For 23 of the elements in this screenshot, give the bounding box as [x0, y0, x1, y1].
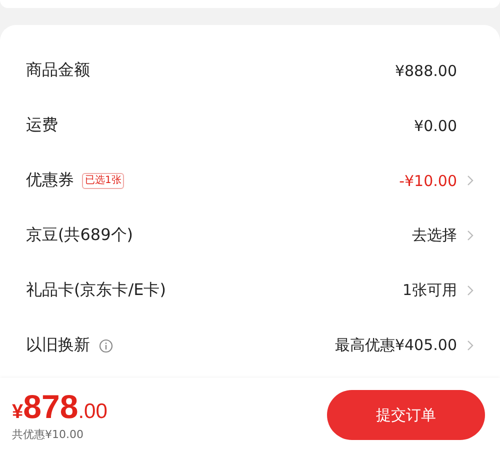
row-value[interactable]: 去选择 [412, 226, 457, 245]
row-value[interactable]: -¥10.00 [399, 172, 457, 190]
row-value[interactable]: 最高优惠¥405.00 [334, 336, 457, 355]
row-value[interactable]: 1张可用 [402, 281, 457, 300]
chevron-icon[interactable] [467, 175, 474, 186]
chevron-icon[interactable] [467, 340, 474, 351]
total-price: 878 [23, 388, 78, 424]
currency-symbol: ¥ [12, 400, 24, 424]
submit-order-button[interactable]: 提交订单 [327, 390, 485, 440]
row-label: 运费 [26, 115, 58, 136]
price-decimal: .00 [78, 400, 108, 424]
row-label: 京豆(共689个) [26, 225, 134, 246]
chevron-icon[interactable] [467, 230, 474, 241]
row-value: ¥888.00 [394, 62, 457, 80]
coupon-tag: 已选1张 [82, 172, 124, 188]
row-label: 礼品卡(京东卡/E卡) [26, 280, 166, 301]
row-label: 商品金额 [26, 60, 90, 81]
info-icon[interactable] [99, 338, 113, 352]
chevron-icon[interactable] [467, 285, 474, 296]
savings-text: 共优惠¥10.00 [12, 426, 84, 442]
row-value: ¥0.00 [414, 116, 457, 134]
row-label: 优惠券 [26, 170, 74, 191]
row-label: 以旧换新 [26, 335, 90, 356]
